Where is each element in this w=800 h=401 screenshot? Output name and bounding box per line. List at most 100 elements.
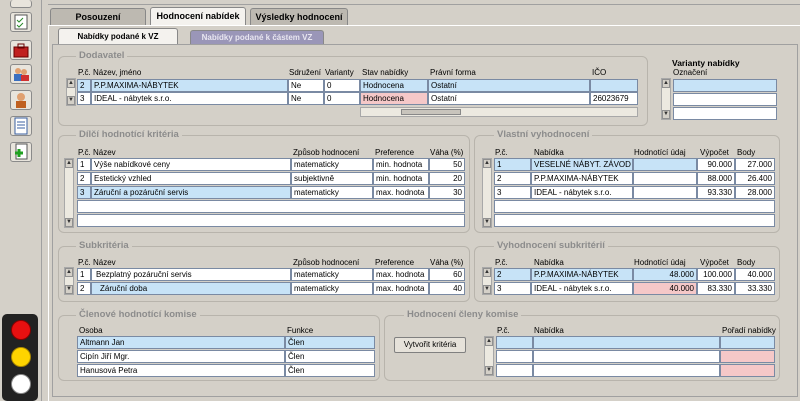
varianty-row[interactable] bbox=[673, 107, 777, 120]
table-row-cell[interactable] bbox=[633, 186, 697, 199]
empty-row[interactable] bbox=[494, 200, 775, 213]
table-row-cell[interactable]: 3 bbox=[494, 282, 531, 295]
user-icon[interactable] bbox=[10, 90, 32, 110]
scroll-thumb[interactable] bbox=[401, 109, 461, 115]
scroll-up-icon[interactable]: ▲ bbox=[662, 79, 670, 88]
table-row-cell[interactable]: matematicky bbox=[291, 186, 373, 199]
scroll-down-icon[interactable]: ▼ bbox=[67, 96, 75, 105]
table-row-cell[interactable] bbox=[590, 79, 638, 92]
table-row-cell[interactable]: Výše nabídkové ceny bbox=[91, 158, 291, 171]
table-row-cell[interactable]: 26023679 bbox=[590, 92, 638, 105]
table-row-cell[interactable]: 28.000 bbox=[735, 186, 775, 199]
window-icon[interactable] bbox=[10, 0, 32, 8]
checklist-icon[interactable] bbox=[10, 12, 32, 32]
scroll-down-icon[interactable]: ▼ bbox=[483, 218, 491, 227]
table-row-cell[interactable]: 26.400 bbox=[735, 172, 775, 185]
table-row-cell[interactable]: max. hodnota bbox=[373, 268, 429, 281]
table-row-cell[interactable]: 20 bbox=[429, 172, 465, 185]
table-row-cell[interactable]: 1 bbox=[77, 268, 91, 281]
toolbox-icon[interactable] bbox=[10, 40, 32, 60]
table-row-cell[interactable]: 48.000 bbox=[633, 268, 697, 281]
scroll-up-icon[interactable]: ▲ bbox=[65, 159, 73, 168]
table-row-cell[interactable]: matematicky bbox=[291, 158, 373, 171]
table-row-cell[interactable] bbox=[633, 172, 697, 185]
scroll-up-icon[interactable]: ▲ bbox=[67, 79, 75, 88]
hodnoceni-row[interactable] bbox=[533, 350, 720, 363]
scroll-up-icon[interactable]: ▲ bbox=[65, 268, 73, 277]
table-row-cell[interactable]: 40.000 bbox=[735, 268, 775, 281]
table-row-cell[interactable]: 27.000 bbox=[735, 158, 775, 171]
table-row-cell[interactable]: 2 bbox=[77, 79, 91, 92]
table-row-cell[interactable]: 40.000 bbox=[633, 282, 697, 295]
table-row-cell[interactable]: Ne bbox=[288, 79, 324, 92]
table-row-cell[interactable]: 33.330 bbox=[735, 282, 775, 295]
table-row-cell[interactable]: 83.330 bbox=[697, 282, 735, 295]
table-row-cell[interactable]: 88.000 bbox=[697, 172, 735, 185]
table-row-cell[interactable]: Estetický vzhled bbox=[91, 172, 291, 185]
table-row-cell[interactable]: 50 bbox=[429, 158, 465, 171]
table-row-cell[interactable]: subjektivně bbox=[291, 172, 373, 185]
table-row-cell[interactable]: IDEAL - nábytek s.r.o. bbox=[531, 282, 633, 295]
scroll-down-icon[interactable]: ▼ bbox=[485, 366, 493, 375]
table-row-cell[interactable]: 3 bbox=[77, 186, 91, 199]
table-row-cell[interactable]: P.P.MAXIMA-NÁBYTEK bbox=[531, 172, 633, 185]
table-row-cell[interactable]: 100.000 bbox=[697, 268, 735, 281]
table-row-cell[interactable]: P.P.MAXIMA-NÁBYTEK bbox=[531, 268, 633, 281]
scroll-up-icon[interactable]: ▲ bbox=[485, 337, 493, 346]
empty-row[interactable] bbox=[77, 200, 465, 213]
table-row-cell[interactable]: Záruční a pozáruční servis bbox=[91, 186, 291, 199]
table-row-cell[interactable]: Bezplatný pozáruční servis bbox=[91, 268, 291, 281]
hodnoceni-row[interactable] bbox=[720, 350, 775, 363]
hodnoceni-row[interactable] bbox=[720, 336, 775, 349]
tab-nabidky-casti[interactable]: Nabídky podané k částem VZ bbox=[190, 30, 324, 44]
table-row-cell[interactable]: 2 bbox=[77, 172, 91, 185]
vyhod-sub-scrollbar[interactable]: ▲ ▼ bbox=[482, 267, 492, 295]
table-row-cell[interactable]: min. hodnota bbox=[373, 158, 429, 171]
varianty-row[interactable] bbox=[673, 79, 777, 92]
scroll-down-icon[interactable]: ▼ bbox=[65, 218, 73, 227]
table-row-cell[interactable]: 3 bbox=[77, 92, 91, 105]
scroll-up-icon[interactable]: ▲ bbox=[483, 159, 491, 168]
table-row-cell[interactable]: Hodnocena bbox=[360, 79, 428, 92]
scroll-down-icon[interactable]: ▼ bbox=[662, 110, 670, 119]
hodnoceni-row[interactable] bbox=[533, 336, 720, 349]
add-document-icon[interactable] bbox=[10, 142, 32, 162]
hodnoceni-scrollbar[interactable]: ▲ ▼ bbox=[484, 336, 494, 376]
hodnoceni-row[interactable] bbox=[496, 336, 533, 349]
users-icon[interactable] bbox=[10, 64, 32, 84]
table-row-cell[interactable]: 30 bbox=[429, 186, 465, 199]
table-row-cell[interactable]: 90.000 bbox=[697, 158, 735, 171]
tab-nabidky-vz[interactable]: Nabídky podané k VZ bbox=[58, 28, 178, 44]
table-row-cell[interactable]: max. hodnota bbox=[373, 186, 429, 199]
table-row-cell[interactable]: 2 bbox=[494, 172, 531, 185]
varianty-scrollbar[interactable]: ▲ ▼ bbox=[661, 78, 671, 120]
table-row-cell[interactable]: Hodnocena bbox=[360, 92, 428, 105]
table-row-cell[interactable]: Člen bbox=[285, 336, 375, 349]
scroll-down-icon[interactable]: ▼ bbox=[483, 285, 491, 294]
document-icon[interactable] bbox=[10, 116, 32, 136]
hodnoceni-row[interactable] bbox=[496, 364, 533, 377]
table-row-cell[interactable]: 0 bbox=[324, 92, 360, 105]
hodnoceni-row[interactable] bbox=[533, 364, 720, 377]
table-row-cell[interactable]: VESELNÉ NÁBYT. ZÁVOD bbox=[531, 158, 633, 171]
table-row-cell[interactable]: 3 bbox=[494, 186, 531, 199]
table-row-cell[interactable]: Záruční doba bbox=[91, 282, 291, 295]
tab-hodnoceni-nabidek[interactable]: Hodnocení nabídek bbox=[150, 7, 246, 26]
table-row-cell[interactable]: Člen bbox=[285, 350, 375, 363]
dilci-scrollbar[interactable]: ▲ ▼ bbox=[64, 158, 74, 228]
table-row-cell[interactable]: Člen bbox=[285, 364, 375, 377]
table-row-cell[interactable]: Ostatní bbox=[428, 79, 590, 92]
table-row-cell[interactable]: 0 bbox=[324, 79, 360, 92]
table-row-cell[interactable]: Hanusová Petra bbox=[77, 364, 285, 377]
table-row-cell[interactable]: Ostatní bbox=[428, 92, 590, 105]
table-row-cell[interactable]: 60 bbox=[429, 268, 465, 281]
vlastni-scrollbar[interactable]: ▲ ▼ bbox=[482, 158, 492, 228]
table-row-cell[interactable]: IDEAL - nábytek s.r.o. bbox=[91, 92, 288, 105]
table-row-cell[interactable]: 1 bbox=[494, 158, 531, 171]
empty-row[interactable] bbox=[494, 214, 775, 227]
table-row-cell[interactable]: 40 bbox=[429, 282, 465, 295]
dodavatel-scrollbar[interactable]: ▲ ▼ bbox=[66, 78, 76, 106]
table-row-cell[interactable]: 93.330 bbox=[697, 186, 735, 199]
scroll-up-icon[interactable]: ▲ bbox=[483, 268, 491, 277]
hodnoceni-row[interactable] bbox=[720, 364, 775, 377]
